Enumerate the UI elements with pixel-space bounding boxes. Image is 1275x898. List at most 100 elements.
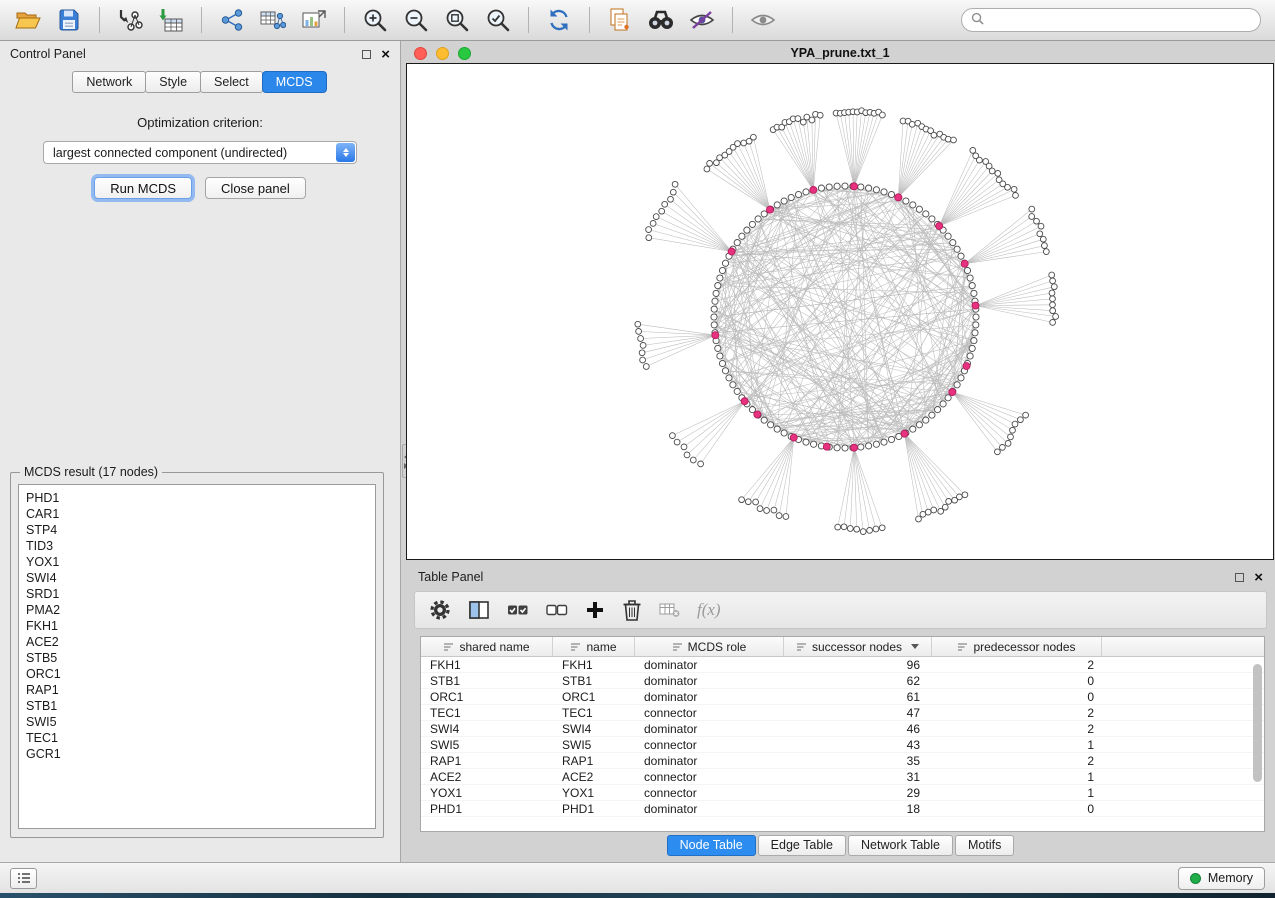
list-item[interactable]: ACE2: [26, 634, 368, 650]
list-item[interactable]: TID3: [26, 538, 368, 554]
import-table-icon[interactable]: [153, 4, 189, 36]
tab-edge-table[interactable]: Edge Table: [758, 835, 846, 856]
column-header-successor-nodes[interactable]: successor nodes: [784, 637, 932, 656]
table-panel: Table Panel × f(x) shared name name MCDS…: [406, 565, 1275, 858]
toolbar-separator: [528, 7, 529, 33]
scrollbar-thumb[interactable]: [1253, 664, 1262, 782]
delete-column-icon[interactable]: [622, 598, 642, 622]
optimization-selected-value: largest connected component (undirected): [53, 146, 287, 160]
mcds-result-list[interactable]: PHD1 CAR1 STP4 TID3 YOX1 SWI4 SRD1 PMA2 …: [18, 484, 376, 829]
tab-network[interactable]: Network: [72, 71, 146, 93]
zoom-fit-icon[interactable]: [439, 4, 475, 36]
desktop-wallpaper-strip: [0, 893, 1275, 898]
export-image-icon[interactable]: [296, 4, 332, 36]
show-columns-icon[interactable]: [468, 599, 490, 621]
table-row[interactable]: FKH1FKH1dominator962: [421, 657, 1264, 673]
hide-style-icon[interactable]: [684, 4, 720, 36]
table-toolbar: f(x): [414, 591, 1267, 629]
table-row[interactable]: YOX1YOX1connector291: [421, 785, 1264, 801]
toolbar-separator: [732, 7, 733, 33]
table-scrollbar[interactable]: [1253, 660, 1262, 827]
select-all-icon[interactable]: [507, 599, 529, 621]
mcds-result-fieldset: MCDS result (17 nodes) PHD1 CAR1 STP4 TI…: [10, 465, 384, 838]
close-panel-button[interactable]: Close panel: [205, 177, 306, 199]
select-stepper-icon: [336, 143, 355, 162]
optimization-select[interactable]: largest connected component (undirected): [43, 141, 357, 164]
column-header-predecessor-nodes[interactable]: predecessor nodes: [932, 637, 1102, 656]
zoom-in-icon[interactable]: [357, 4, 393, 36]
network-window-titlebar: YPA_prune.txt_1: [406, 45, 1274, 63]
tab-mcds[interactable]: MCDS: [262, 71, 327, 93]
deselect-all-icon[interactable]: [546, 599, 568, 621]
refresh-icon[interactable]: [541, 4, 577, 36]
table-settings-gear-icon[interactable]: [429, 599, 451, 621]
list-item[interactable]: SRD1: [26, 586, 368, 602]
add-column-icon[interactable]: [585, 600, 605, 620]
memory-button[interactable]: Memory: [1178, 867, 1265, 890]
optimization-criterion-label: Optimization criterion:: [0, 115, 400, 130]
list-item[interactable]: FKH1: [26, 618, 368, 634]
zoom-selected-icon[interactable]: [480, 4, 516, 36]
save-icon[interactable]: [51, 4, 87, 36]
task-history-button[interactable]: [10, 868, 37, 889]
control-panel-title: Control Panel: [10, 47, 86, 61]
run-mcds-button[interactable]: Run MCDS: [94, 177, 192, 199]
table-row[interactable]: ACE2ACE2connector311: [421, 769, 1264, 785]
main-toolbar: [0, 0, 1275, 41]
float-table-panel-icon[interactable]: [1235, 573, 1244, 582]
tab-node-table[interactable]: Node Table: [667, 835, 756, 856]
table-row[interactable]: RAP1RAP1dominator352: [421, 753, 1264, 769]
search-icon: [971, 12, 984, 28]
search-box[interactable]: [961, 8, 1261, 32]
list-item[interactable]: STP4: [26, 522, 368, 538]
table-row[interactable]: TEC1TEC1connector472: [421, 705, 1264, 721]
open-file-icon[interactable]: [10, 4, 46, 36]
tab-style[interactable]: Style: [145, 71, 201, 93]
table-row[interactable]: STB1STB1dominator620: [421, 673, 1264, 689]
zoom-out-icon[interactable]: [398, 4, 434, 36]
list-item[interactable]: STB1: [26, 698, 368, 714]
control-panel-header: Control Panel ×: [0, 41, 400, 67]
mcds-result-legend: MCDS result (17 nodes): [20, 465, 162, 479]
new-network-icon[interactable]: [214, 4, 250, 36]
list-item[interactable]: ORC1: [26, 666, 368, 682]
table-row[interactable]: SWI5SWI5connector431: [421, 737, 1264, 753]
list-item[interactable]: CAR1: [26, 506, 368, 522]
search-network-icon[interactable]: [643, 4, 679, 36]
float-panel-icon[interactable]: [362, 50, 371, 59]
column-header-name[interactable]: name: [553, 637, 635, 656]
list-item[interactable]: PHD1: [26, 490, 368, 506]
table-row[interactable]: PHD1PHD1dominator180: [421, 801, 1264, 817]
list-item[interactable]: GCR1: [26, 746, 368, 762]
list-item[interactable]: SWI4: [26, 570, 368, 586]
import-network-icon[interactable]: [112, 4, 148, 36]
close-table-panel-icon[interactable]: ×: [1254, 570, 1263, 585]
clone-network-icon[interactable]: [602, 4, 638, 36]
tab-select[interactable]: Select: [200, 71, 263, 93]
tab-network-table[interactable]: Network Table: [848, 835, 953, 856]
table-row[interactable]: ORC1ORC1dominator610: [421, 689, 1264, 705]
show-hide-icon[interactable]: [745, 4, 781, 36]
network-graph: [407, 64, 1273, 559]
list-item[interactable]: PMA2: [26, 602, 368, 618]
status-bar: Memory: [0, 862, 1275, 893]
tab-motifs[interactable]: Motifs: [955, 835, 1014, 856]
close-panel-icon[interactable]: ×: [381, 47, 390, 62]
delete-table-icon[interactable]: [659, 600, 680, 620]
node-table: shared name name MCDS role successor nod…: [420, 636, 1265, 832]
column-header-filler: [1102, 637, 1264, 656]
function-builder-icon[interactable]: f(x): [697, 600, 721, 620]
list-item[interactable]: TEC1: [26, 730, 368, 746]
toolbar-separator: [344, 7, 345, 33]
list-item[interactable]: RAP1: [26, 682, 368, 698]
memory-status-icon: [1190, 873, 1201, 884]
list-item[interactable]: SWI5: [26, 714, 368, 730]
column-header-mcds-role[interactable]: MCDS role: [635, 637, 784, 656]
network-table-icon[interactable]: [255, 4, 291, 36]
column-header-shared-name[interactable]: shared name: [421, 637, 553, 656]
search-input[interactable]: [990, 13, 1251, 27]
table-row[interactable]: SWI4SWI4dominator462: [421, 721, 1264, 737]
list-item[interactable]: STB5: [26, 650, 368, 666]
network-canvas[interactable]: [406, 63, 1274, 560]
list-item[interactable]: YOX1: [26, 554, 368, 570]
